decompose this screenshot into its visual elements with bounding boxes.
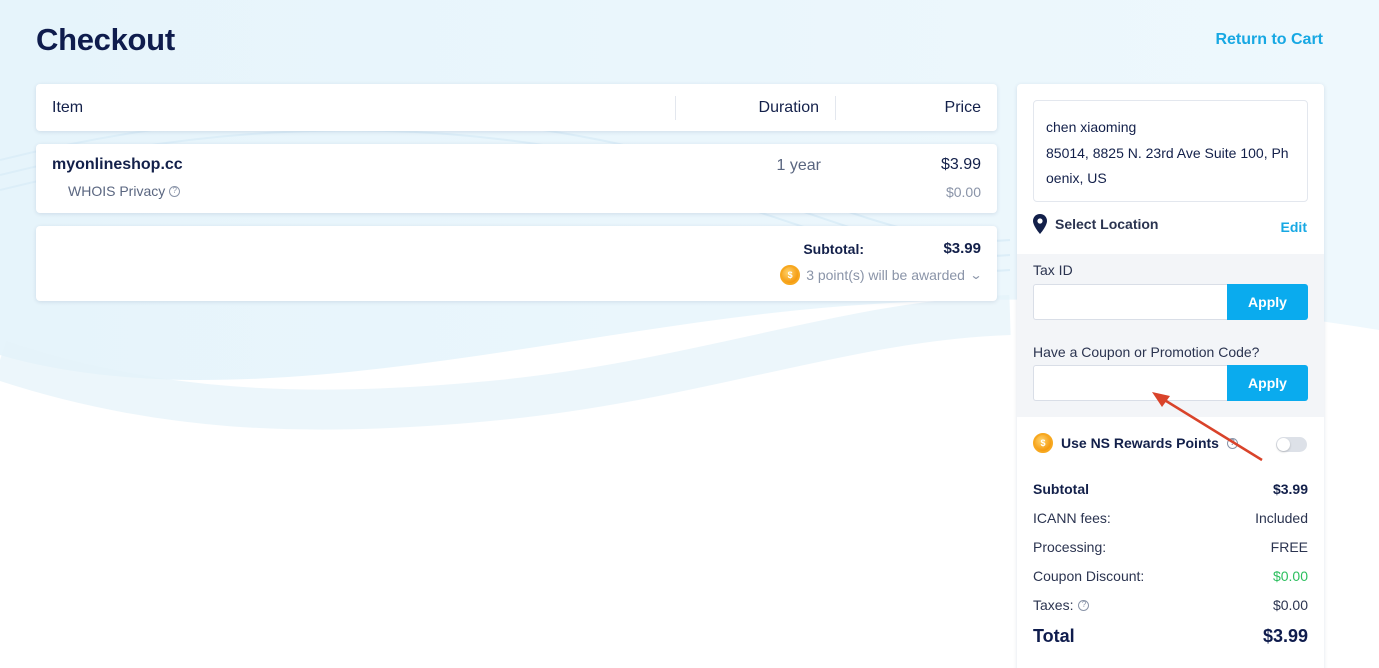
item-duration: 1 year <box>776 157 821 174</box>
summary-subtotal: Subtotal $3.99 <box>1033 481 1308 497</box>
subtotal-label: Subtotal: <box>803 241 864 257</box>
addon-price: $0.00 <box>945 184 981 200</box>
billing-address: chen xiaoming 85014, 8825 N. 23rd Ave Su… <box>1033 100 1308 202</box>
addon-label: WHOIS Privacy <box>68 183 166 199</box>
checkout-page: Checkout Return to Cart Item Duration Pr… <box>0 0 1379 668</box>
subtotal-value: $3.99 <box>943 240 981 257</box>
icann-value: Included <box>1255 510 1308 526</box>
coupon-discount-label: Coupon Discount: <box>1033 568 1145 584</box>
icann-label: ICANN fees: <box>1033 510 1111 526</box>
processing-value: FREE <box>1270 539 1308 555</box>
summary-icann-fees: ICANN fees: Included <box>1033 510 1308 526</box>
summary-total: Total $3.99 <box>1033 626 1308 647</box>
column-divider <box>675 96 676 120</box>
coin-icon: $ <box>780 265 801 285</box>
tax-id-label: Tax ID <box>1033 262 1073 278</box>
question-icon[interactable]: ? <box>169 185 181 197</box>
rewards-toggle[interactable] <box>1276 437 1307 452</box>
coin-icon: $ <box>1033 433 1053 453</box>
column-item: Item <box>52 99 84 116</box>
taxes-label: Taxes: <box>1033 597 1074 613</box>
taxes-value: $0.00 <box>1272 597 1308 613</box>
tax-id-apply-button[interactable]: Apply <box>1227 284 1308 320</box>
item-price: $3.99 <box>940 156 981 173</box>
annotation-arrow <box>1152 392 1263 462</box>
address-line: chen xiaoming <box>1046 119 1137 135</box>
location-pin-icon <box>1033 214 1047 234</box>
coupon-label: Have a Coupon or Promotion Code? <box>1033 344 1260 360</box>
column-duration: Duration <box>758 99 819 116</box>
address-line: oenix, US <box>1046 170 1107 186</box>
total-value: $3.99 <box>1262 626 1308 646</box>
summary-subtotal-value: $3.99 <box>1272 481 1308 497</box>
taxes-label-group: Taxes: ? <box>1033 597 1090 613</box>
select-location-label: Select Location <box>1055 216 1159 232</box>
summary-processing: Processing: FREE <box>1033 539 1308 555</box>
points-awarded-text: 3 point(s) will be awarded <box>806 267 965 283</box>
order-summary-panel: chen xiaoming 85014, 8825 N. 23rd Ave Su… <box>1017 84 1324 668</box>
summary-subtotal-label: Subtotal <box>1033 481 1089 497</box>
points-awarded-toggle[interactable]: $ 3 point(s) will be awarded ⌄ <box>780 265 983 285</box>
whois-privacy-addon: WHOIS Privacy ? <box>68 183 181 199</box>
total-label: Total <box>1033 626 1075 646</box>
summary-taxes: Taxes: ? $0.00 <box>1033 597 1308 613</box>
edit-address-link[interactable]: Edit <box>1281 219 1307 235</box>
summary-coupon-discount: Coupon Discount: $0.00 <box>1033 568 1308 584</box>
processing-label: Processing: <box>1033 539 1107 555</box>
column-divider <box>835 96 836 120</box>
chevron-down-icon: ⌄ <box>969 268 983 282</box>
column-price: Price <box>944 99 981 116</box>
subtotal-card: Subtotal: $3.99 $ 3 point(s) will be awa… <box>36 226 997 301</box>
page-title: Checkout <box>36 22 175 57</box>
address-line: 85014, 8825 N. 23rd Ave Suite 100, Ph <box>1046 144 1289 161</box>
return-to-cart-link[interactable]: Return to Cart <box>1215 31 1323 49</box>
question-icon[interactable]: ? <box>1078 599 1090 611</box>
select-location[interactable]: Select Location <box>1033 214 1158 234</box>
coupon-discount-value: $0.00 <box>1272 568 1308 584</box>
item-domain-name: myonlineshop.cc <box>52 156 183 173</box>
table-header: Item Duration Price <box>36 84 997 131</box>
cart-item-row: myonlineshop.cc WHOIS Privacy ? 1 year $… <box>36 144 997 213</box>
tax-id-input[interactable] <box>1033 284 1229 320</box>
